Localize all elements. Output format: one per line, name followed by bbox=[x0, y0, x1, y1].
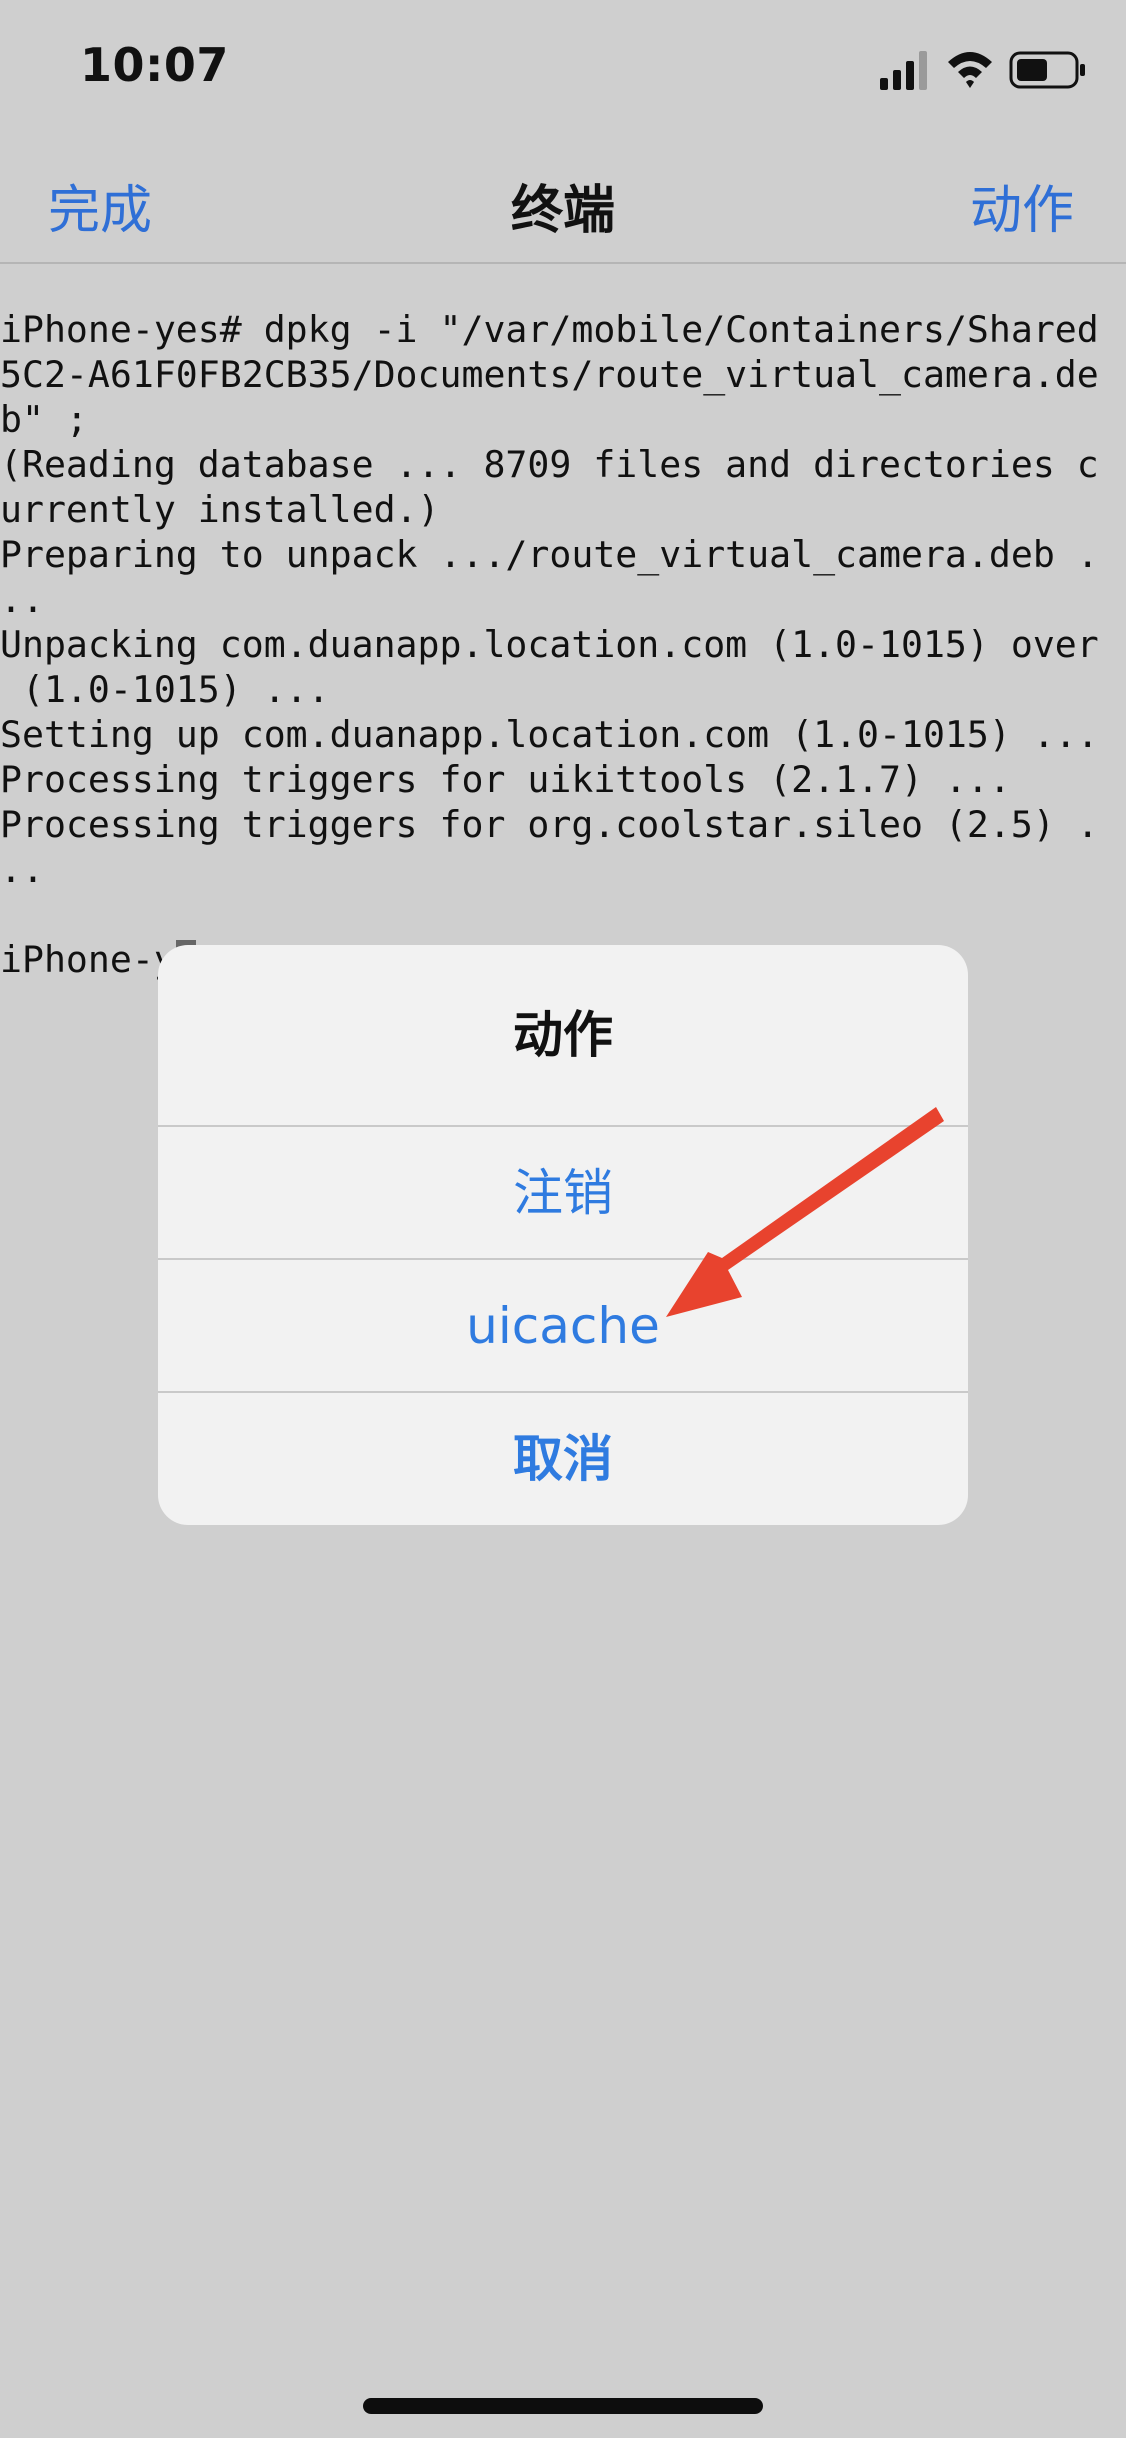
terminal-line: Processing triggers for uikittools (2.1.… bbox=[0, 758, 1011, 801]
uicache-button[interactable]: uicache bbox=[158, 1258, 968, 1391]
done-button[interactable]: 完成 bbox=[48, 168, 152, 243]
terminal-line: (1.0-1015) ... bbox=[0, 668, 330, 711]
nav-bar: 终端 完成 动作 bbox=[0, 140, 1126, 264]
terminal-line: (Reading database ... 8709 files and dir… bbox=[0, 443, 1099, 486]
terminal-line: iPhone-yes# dpkg -i "/var/mobile/Contain… bbox=[0, 308, 1099, 351]
logout-button[interactable]: 注销 bbox=[158, 1125, 968, 1258]
dialog-title: 动作 bbox=[513, 1006, 613, 1064]
terminal-line: .. bbox=[0, 848, 44, 891]
wifi-icon bbox=[948, 52, 992, 88]
battery-icon bbox=[1009, 51, 1085, 89]
terminal-line: b" ; bbox=[0, 398, 88, 441]
terminal-prompt: iPhone-y bbox=[0, 938, 176, 981]
terminal-line: 5C2-A61F0FB2CB35/Documents/route_virtual… bbox=[0, 353, 1099, 396]
terminal-line: Unpacking com.duanapp.location.com (1.0-… bbox=[0, 623, 1099, 666]
cancel-button[interactable]: 取消 bbox=[158, 1391, 968, 1524]
status-icons bbox=[880, 51, 1085, 90]
actions-button[interactable]: 动作 bbox=[970, 168, 1074, 243]
terminal-line: .. bbox=[0, 578, 44, 621]
cellular-signal-icon bbox=[880, 51, 927, 90]
terminal-line: urrently installed.) bbox=[0, 488, 440, 531]
nav-title: 终端 bbox=[510, 181, 615, 241]
terminal-line: Processing triggers for org.coolstar.sil… bbox=[0, 803, 1099, 846]
status-bar: 10:07 bbox=[0, 0, 1126, 140]
terminal-line: Setting up com.duanapp.location.com (1.0… bbox=[0, 713, 1099, 756]
home-indicator[interactable] bbox=[363, 2398, 763, 2414]
terminal-line: Preparing to unpack .../route_virtual_ca… bbox=[0, 533, 1099, 576]
status-time: 10:07 bbox=[80, 38, 229, 92]
action-dialog: 动作 注销 uicache 取消 bbox=[158, 945, 968, 1525]
